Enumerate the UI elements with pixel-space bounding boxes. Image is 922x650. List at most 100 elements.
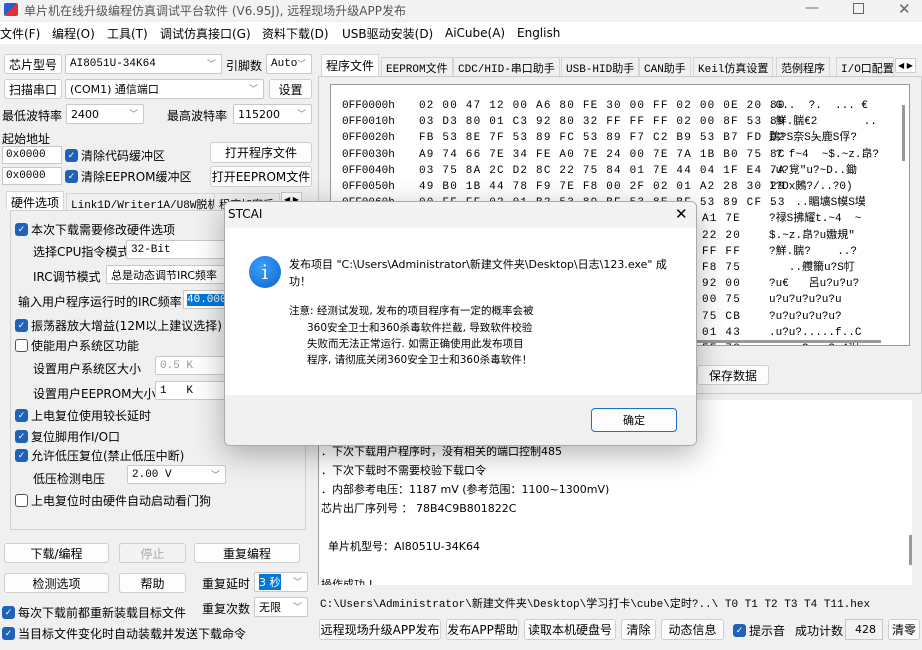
menu-downloads[interactable]: 资料下载(D): [262, 25, 342, 42]
chevron-down-icon: ﹀: [206, 59, 216, 70]
scan-port-button[interactable]: 扫描串口: [4, 79, 62, 99]
low-voltage-select[interactable]: 2.00 V ﹀: [127, 465, 226, 484]
start-address-input[interactable]: 0x0000: [2, 146, 62, 164]
tab-examples[interactable]: 范例程序: [776, 57, 830, 78]
long-delay-checkbox[interactable]: ✓ 上电复位使用较长延时: [15, 407, 151, 424]
stop-button[interactable]: 停止: [119, 543, 186, 563]
irc-freq-label: 输入用户程序运行时的IRC频率: [18, 295, 182, 309]
tab-usb-hid[interactable]: USB-HID助手: [561, 57, 640, 78]
vertical-scrollbar[interactable]: [902, 105, 905, 161]
menu-english[interactable]: English: [517, 26, 560, 40]
settings-button[interactable]: 设置: [269, 79, 312, 99]
max-baud-value: 115200: [238, 107, 280, 121]
cpu-mode-select[interactable]: 32-Bit: [126, 240, 236, 259]
log-line: 芯片出厂序列号 ： 78B4C9B801822C: [321, 502, 517, 515]
menu-tools[interactable]: 工具(T): [107, 25, 160, 42]
app-help-button[interactable]: 发布APP帮助: [446, 619, 519, 640]
user-sys-label: 使能用户系统区功能: [31, 339, 140, 353]
info-icon: i: [249, 256, 281, 288]
auto-reload-label: 当目标文件变化时自动装载并发送下载命令: [18, 627, 247, 641]
tab-hardware-options[interactable]: 硬件选项: [6, 191, 65, 210]
watchdog-checkbox[interactable]: 上电复位时由硬件自动启动看门狗: [15, 492, 211, 509]
menu-file[interactable]: 文件(F): [0, 25, 52, 42]
chip-model-button[interactable]: 芯片型号: [4, 54, 62, 74]
min-baud-label: 最低波特率: [2, 109, 63, 123]
min-baud-value: 2400: [71, 107, 99, 121]
repeat-program-button[interactable]: 重复编程: [194, 543, 300, 563]
user-sys-checkbox[interactable]: 使能用户系统区功能: [15, 337, 139, 354]
sys-size-value: 0.5 K: [160, 359, 194, 372]
menu-aicube[interactable]: AiCube(A): [445, 26, 517, 40]
min-baud-select[interactable]: 2400 ﹀: [66, 104, 144, 124]
reset-count-button[interactable]: 清零: [888, 619, 920, 640]
reload-checkbox[interactable]: ✓ 每次下载前都重新装载目标文件: [2, 604, 186, 621]
menu-usb-driver[interactable]: USB驱动安装(D): [342, 25, 445, 42]
dialog-message-line1: 发布项目 "C:\Users\Administrator\新建文件夹\Deskt…: [289, 258, 667, 271]
dynamic-info-button[interactable]: 动态信息: [661, 619, 724, 640]
tab-scroll-arrows[interactable]: ◀ ▶: [895, 58, 916, 73]
repeat-count-value: 无限: [259, 601, 281, 614]
tab-io-config[interactable]: I/O口配置: [836, 57, 894, 78]
remote-app-publish-button[interactable]: 远程现场升级APP发布: [319, 619, 441, 640]
log-line: ．下次下载时不需要校验下载口令: [321, 464, 486, 477]
chip-model-select[interactable]: AI8051U-34K64 ﹀: [65, 54, 222, 74]
tab-offline-writer[interactable]: Link1D/Writer1A/U8W脱机: [66, 193, 224, 212]
menu-program[interactable]: 编程(O): [52, 25, 107, 42]
beep-checkbox[interactable]: ✓ 提示音: [733, 622, 785, 639]
hex-file-path: C:\Users\Administrator\新建文件夹\Desktop\学习打…: [320, 599, 871, 611]
pins-select[interactable]: Auto ﹀: [266, 54, 312, 74]
beep-label: 提示音: [749, 624, 786, 638]
eeprom-address-input[interactable]: 0x0000: [2, 167, 62, 185]
message-dialog: STCAI ✕ i 发布项目 "C:\Users\Administrator\新…: [224, 201, 697, 446]
clear-code-checkbox[interactable]: ✓ 清除代码缓冲区: [65, 147, 165, 164]
menu-debug[interactable]: 调试仿真接口(G): [160, 25, 262, 42]
close-button[interactable]: ✕: [898, 0, 911, 18]
clear-button[interactable]: 清除: [621, 619, 656, 640]
long-delay-label: 上电复位使用较长延时: [31, 409, 152, 423]
log-scrollbar[interactable]: [909, 535, 912, 565]
sys-size-label: 设置用户系统区大小: [33, 362, 142, 376]
download-button[interactable]: 下载/编程: [4, 543, 109, 563]
max-baud-select[interactable]: 115200 ﹀: [233, 104, 312, 124]
modify-hw-checkbox[interactable]: ✓ 本次下载需要修改硬件选项: [15, 221, 175, 238]
lvr-checkbox[interactable]: ✓ 允许低压复位(禁止低压中断): [15, 447, 184, 464]
reset-io-checkbox[interactable]: ✓ 复位脚用作I/O口: [15, 428, 120, 445]
repeat-delay-select[interactable]: 3 秒 ﹀: [254, 572, 308, 592]
chip-model-value: AI8051U-34K64: [70, 58, 156, 70]
checkbox-checked-icon: ✓: [15, 223, 28, 236]
auto-reload-checkbox[interactable]: ✓ 当目标文件变化时自动装载并发送下载命令: [2, 625, 246, 642]
success-count-field: 428: [845, 619, 883, 640]
open-program-button[interactable]: 打开程序文件: [210, 142, 312, 163]
read-disk-id-button[interactable]: 读取本机硬盘号: [524, 619, 616, 640]
chevron-down-icon: ﹀: [296, 109, 306, 120]
tab-can[interactable]: CAN助手: [639, 57, 691, 78]
repeat-count-select[interactable]: 无限 ﹀: [254, 597, 308, 617]
log-lines: ．下次下载用户程序时，没有相关的端口控制485 ．下次下载时不需要校验下载口令 ．内…: [321, 442, 609, 585]
tab-keil[interactable]: Keil仿真设置: [693, 57, 774, 78]
dialog-note-line: 注意: 经测试发现, 发布的项目程序有一定的概率会被: [289, 305, 534, 317]
maximize-button[interactable]: [853, 3, 864, 14]
osc-gain-checkbox[interactable]: ✓ 振荡器放大增益(12M以上建议选择): [15, 317, 222, 334]
irc-mode-select[interactable]: 总是动态调节IRC频率: [106, 265, 236, 284]
checkbox-unchecked-icon: [15, 339, 28, 352]
minimize-button[interactable]: —: [805, 0, 819, 16]
chevron-down-icon: ﹀: [296, 59, 306, 70]
clear-eeprom-checkbox[interactable]: ✓ 清除EEPROM缓冲区: [65, 168, 192, 185]
tab-cdc-hid[interactable]: CDC/HID-串口助手: [453, 57, 560, 78]
repeat-count-label: 重复次数: [202, 602, 251, 616]
checkbox-checked-icon: ✓: [65, 149, 78, 162]
help-button[interactable]: 帮助: [119, 573, 186, 593]
tab-program-file[interactable]: 程序文件: [321, 54, 380, 76]
dialog-title-bar: STCAI ✕: [225, 202, 696, 228]
tab-eeprom-file[interactable]: EEPROM文件: [381, 57, 453, 78]
port-select[interactable]: (COM1) 通信端口 ﹀: [65, 79, 264, 99]
ok-button[interactable]: 确定: [591, 408, 677, 432]
open-eeprom-button[interactable]: 打开EEPROM文件: [210, 166, 312, 187]
low-voltage-value: 2.00 V: [132, 468, 172, 481]
pins-value: Auto: [271, 58, 298, 70]
check-options-button[interactable]: 检测选项: [4, 573, 109, 593]
save-data-button[interactable]: 保存数据: [697, 365, 769, 385]
max-baud-label: 最高波特率: [167, 109, 228, 123]
dialog-close-button[interactable]: ✕: [675, 205, 688, 223]
